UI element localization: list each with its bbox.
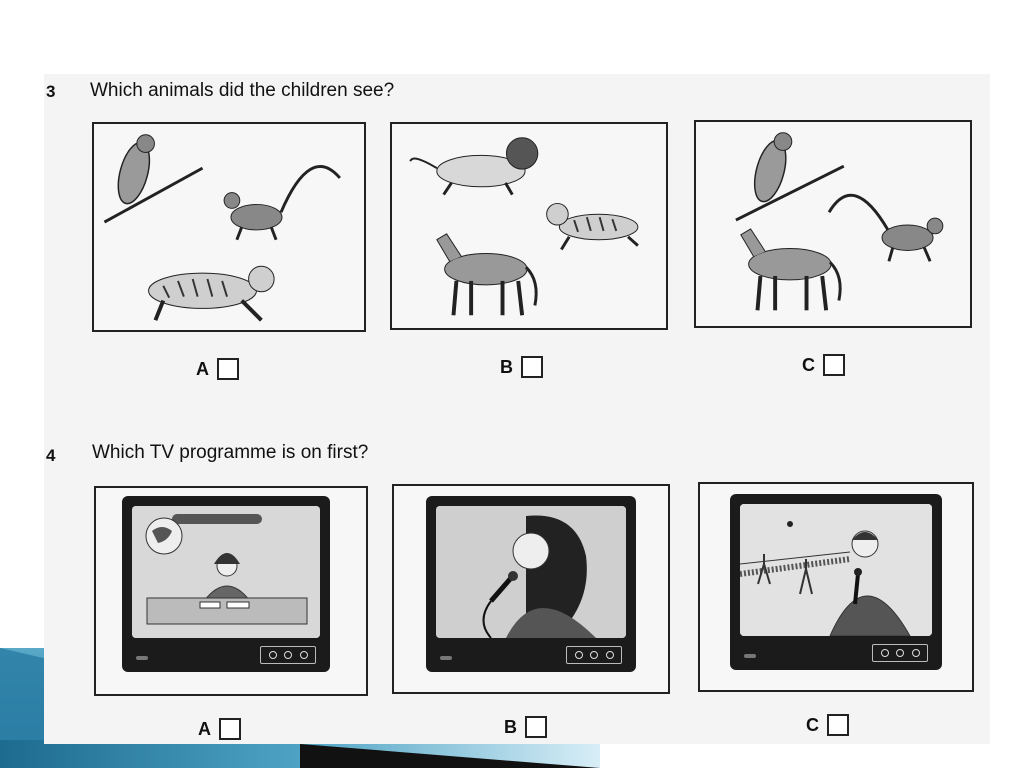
option-4b-label: B <box>504 716 517 737</box>
option-4b[interactable]: B <box>504 716 547 738</box>
option-4b-checkbox[interactable] <box>525 716 547 738</box>
tv-set <box>426 496 636 672</box>
tv-knobs <box>872 644 928 662</box>
monkey-icon <box>827 193 944 262</box>
tennis-reporter-scene <box>740 504 932 636</box>
singer-scene <box>436 506 626 638</box>
animals-parrot-monkey-tiger <box>103 134 341 322</box>
tv-screen-news <box>132 506 320 638</box>
option-3a-label: A <box>196 358 209 379</box>
option-3c-label: C <box>802 354 815 375</box>
tv-knobs <box>260 646 316 664</box>
tiger-icon <box>546 202 639 251</box>
power-light <box>136 656 148 660</box>
option-3a[interactable]: A <box>196 358 239 380</box>
option-4a-label: A <box>198 718 211 739</box>
question-3-text: Which animals did the children see? <box>90 80 395 101</box>
option-3b-label: B <box>500 356 513 377</box>
tv-screen-tennis <box>740 504 932 636</box>
parrot-icon <box>103 134 204 224</box>
option-3c-checkbox[interactable] <box>823 354 845 376</box>
question-4-text: Which TV programme is on first? <box>92 442 369 463</box>
tv-set <box>730 494 942 670</box>
option-3a-checkbox[interactable] <box>217 358 239 380</box>
question-3-number: 3 <box>46 82 56 101</box>
option-4c-picture <box>698 482 974 692</box>
option-3c[interactable]: C <box>802 354 845 376</box>
power-light <box>440 656 452 660</box>
worksheet: 3 Which animals did the children see? A … <box>44 74 990 744</box>
horse-icon <box>740 228 842 311</box>
animals-parrot-monkey-horse <box>735 132 944 311</box>
tv-knobs <box>566 646 622 664</box>
news-reader-scene <box>132 506 320 638</box>
option-3b-checkbox[interactable] <box>521 356 543 378</box>
animals-lion-tiger-horse <box>409 137 639 316</box>
option-4a[interactable]: A <box>198 718 241 740</box>
option-3b[interactable]: B <box>500 356 543 378</box>
option-4a-picture <box>94 486 368 696</box>
option-4c[interactable]: C <box>806 714 849 736</box>
tv-screen-singer <box>436 506 626 638</box>
option-3b-picture <box>390 122 668 330</box>
lion-icon <box>409 137 539 196</box>
power-light <box>744 654 756 658</box>
option-3c-picture <box>694 120 972 328</box>
option-4b-picture <box>392 484 670 694</box>
parrot-icon <box>735 132 845 222</box>
slide-decoration-dark <box>300 744 600 768</box>
option-4c-checkbox[interactable] <box>827 714 849 736</box>
option-4a-checkbox[interactable] <box>219 718 241 740</box>
horse-icon <box>436 233 538 316</box>
question-4-number: 4 <box>46 446 56 465</box>
tv-set <box>122 496 330 672</box>
tiger-icon <box>148 265 275 322</box>
monkey-icon <box>223 165 341 241</box>
option-4c-label: C <box>806 714 819 735</box>
option-3a-picture <box>92 122 366 332</box>
